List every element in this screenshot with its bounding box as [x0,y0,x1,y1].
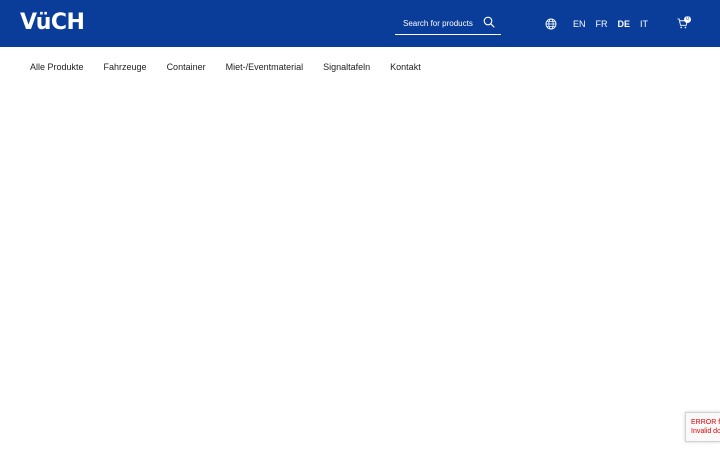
lang-it[interactable]: IT [640,19,648,30]
nav-item-miet-eventmaterial[interactable]: Miet-/Eventmaterial [226,61,304,73]
recaptcha-error-line: ERROR fo [691,419,720,426]
globe-icon [545,18,557,30]
search-bar [395,12,501,35]
search-icon[interactable] [483,16,495,28]
site-header: VüCH EN FR DE IT 0 [0,0,720,47]
cart-button[interactable]: 0 [677,15,695,31]
search-input[interactable] [403,15,483,31]
nav-item-kontakt[interactable]: Kontakt [390,61,421,73]
lang-en[interactable]: EN [573,19,586,30]
lang-fr[interactable]: FR [596,19,608,30]
nav-item-fahrzeuge[interactable]: Fahrzeuge [104,61,147,73]
nav-item-alle-produkte[interactable]: Alle Produkte [30,61,84,73]
lang-de[interactable]: DE [618,19,631,30]
recaptcha-badge[interactable]: ERROR fo Invalid do [685,412,720,442]
cart-count-badge: 0 [684,16,691,23]
main-nav: Alle Produkte Fahrzeuge Container Miet-/… [30,61,441,73]
logo[interactable]: VüCH [20,11,85,35]
nav-item-signaltafeln[interactable]: Signaltafeln [323,61,370,73]
recaptcha-invalid-line: Invalid do [691,428,720,435]
language-switcher: EN FR DE IT [573,19,658,30]
nav-item-container[interactable]: Container [167,61,206,73]
